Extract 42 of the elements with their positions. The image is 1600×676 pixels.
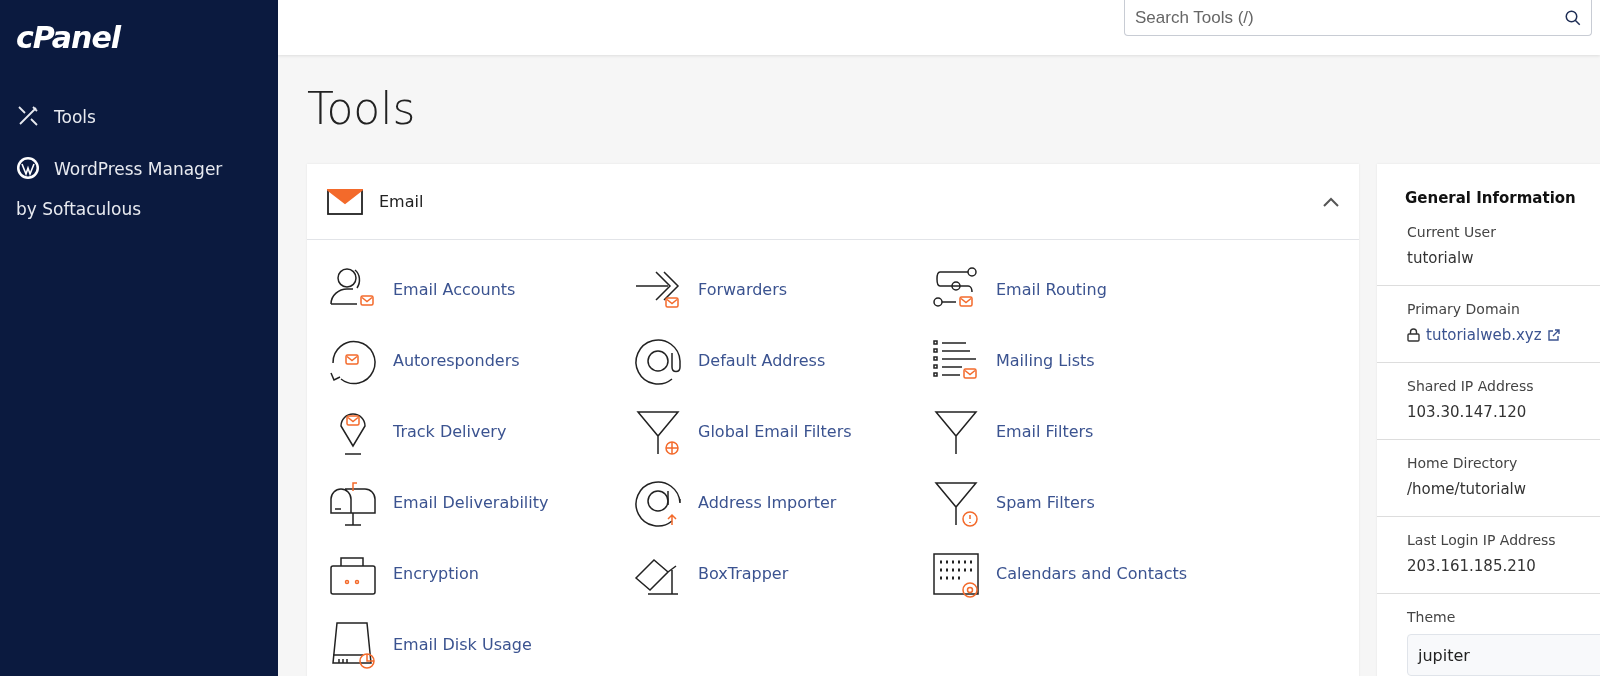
tool-link[interactable]: Email Accounts	[327, 254, 632, 325]
info-label: Primary Domain	[1407, 300, 1521, 319]
tool-link[interactable]: Forwarders	[632, 254, 930, 325]
search-icon[interactable]	[1564, 9, 1582, 27]
tool-link[interactable]: Encryption	[327, 538, 632, 609]
external-link-icon	[1547, 329, 1560, 341]
theme-select[interactable]: jupiter	[1407, 634, 1600, 676]
tool-link[interactable]: Email Routing	[930, 254, 1230, 325]
info-value: /home/tutorialw	[1407, 479, 1528, 500]
tool-link[interactable]: Track Delivery	[327, 396, 632, 467]
tool-link[interactable]: BoxTrapper	[632, 538, 930, 609]
tool-link[interactable]: Address Importer	[632, 467, 930, 538]
info-label: Theme	[1407, 608, 1457, 627]
tool-link[interactable]: Email Filters	[930, 396, 1230, 467]
info-value: 103.30.147.120	[1407, 402, 1528, 423]
info-label: Last Login IP Address	[1407, 531, 1557, 550]
domain-link[interactable]: tutorialweb.xyz	[1407, 320, 1560, 350]
lock-icon	[1407, 328, 1420, 342]
section-header[interactable]: Email	[307, 164, 1359, 240]
tool-link[interactable]: Autoresponders	[327, 325, 632, 396]
tools-icon	[16, 104, 40, 128]
chevron-icon	[1323, 196, 1339, 207]
page-title: Tools	[307, 83, 417, 134]
info-label: Current User	[1407, 223, 1497, 242]
cpanel-logo[interactable]: cPanel	[16, 20, 121, 55]
tool-link[interactable]: Spam Filters	[930, 467, 1230, 538]
info-value: 203.161.185.210	[1407, 556, 1537, 577]
envelope-icon	[327, 188, 363, 215]
info-label: Home Directory	[1407, 454, 1519, 473]
tool-link[interactable]: Email Deliverability	[327, 467, 632, 538]
panel-title: General Information	[1404, 188, 1577, 209]
wordpress-icon	[16, 156, 40, 180]
tool-link[interactable]: Email Disk Usage	[327, 609, 632, 676]
sidebar-link[interactable]: Tools	[16, 97, 278, 137]
tool-link[interactable]: Global Email Filters	[632, 396, 930, 467]
sidebar-link[interactable]: WordPress Manager by Softaculous	[16, 149, 278, 229]
tool-link[interactable]: Default Address	[632, 325, 930, 396]
info-label: Shared IP Address	[1407, 377, 1535, 396]
tool-link[interactable]: Mailing Lists	[930, 325, 1230, 396]
tool-link[interactable]: Calendars and Contacts	[930, 538, 1230, 609]
search-field[interactable]: Search Tools (/)	[1124, 0, 1592, 36]
info-value: tutorialw	[1407, 248, 1475, 269]
